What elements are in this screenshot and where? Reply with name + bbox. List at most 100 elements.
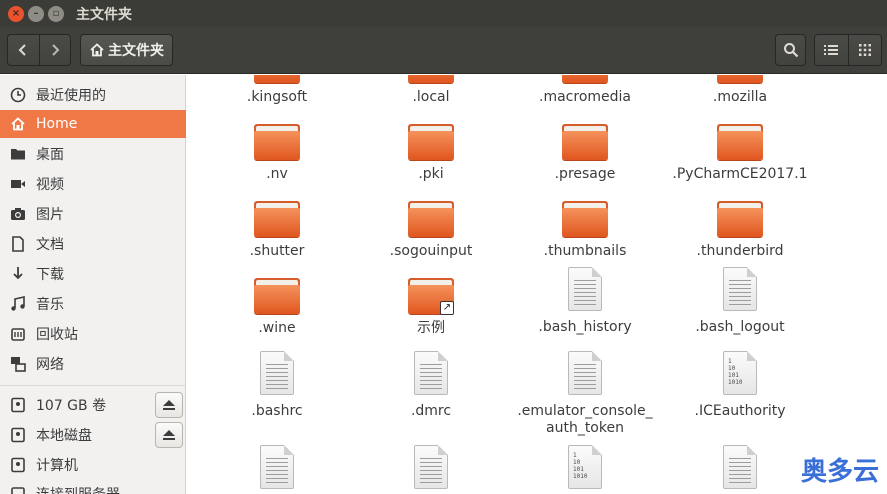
drive-icon bbox=[8, 427, 28, 443]
folder-link-icon: ↗ bbox=[407, 274, 455, 316]
sidebar-item-documents[interactable]: 文档 bbox=[0, 230, 186, 258]
folder-icon bbox=[253, 120, 301, 162]
eject-local-disk-button[interactable] bbox=[155, 422, 183, 448]
maximize-icon: ▫ bbox=[52, 8, 60, 19]
sidebar-device-label: 本地磁盘 bbox=[36, 428, 92, 444]
list-view-icon bbox=[824, 45, 839, 55]
binary-file-icon: 1 10 101 1010 bbox=[561, 445, 609, 493]
file-item[interactable]: .dmrc bbox=[356, 351, 506, 420]
text-file-icon bbox=[561, 267, 609, 315]
eject-icon bbox=[163, 400, 175, 410]
server-icon bbox=[8, 486, 28, 494]
eject-icon bbox=[163, 430, 175, 440]
folder-icon bbox=[407, 197, 455, 239]
file-name: .wine bbox=[258, 320, 296, 336]
file-item[interactable]: .bash_logout bbox=[665, 267, 815, 336]
folder-icon bbox=[561, 120, 609, 162]
eject-107gb-button[interactable] bbox=[155, 392, 183, 418]
sidebar-item-downloads[interactable]: 下载 bbox=[0, 260, 186, 288]
maximize-window-button[interactable]: ▫ bbox=[48, 5, 64, 22]
forward-button[interactable] bbox=[38, 35, 71, 65]
sidebar-item-label: 回收站 bbox=[36, 327, 78, 343]
file-name-line1: .emulator_console_ bbox=[517, 403, 653, 419]
home-icon bbox=[90, 43, 104, 57]
file-item[interactable]: .wine bbox=[202, 274, 352, 337]
file-item[interactable]: .thunderbird bbox=[665, 197, 815, 260]
sidebar-item-trash[interactable]: 回收站 bbox=[0, 320, 186, 348]
file-item[interactable]: .local bbox=[356, 75, 506, 106]
sidebar-item-network[interactable]: 网络 bbox=[0, 350, 186, 378]
file-item[interactable]: .nv bbox=[202, 120, 352, 183]
file-name: .mozilla bbox=[712, 89, 768, 105]
minimize-window-button[interactable]: – bbox=[28, 5, 44, 22]
sidebar-item-label: 下载 bbox=[36, 267, 64, 283]
back-button[interactable] bbox=[8, 35, 39, 65]
file-item[interactable]: .PyCharmCE2017.1 bbox=[665, 120, 815, 183]
sidebar-item-videos[interactable]: 视频 bbox=[0, 170, 186, 198]
file-item[interactable] bbox=[665, 445, 815, 493]
sidebar-item-label: 视频 bbox=[36, 177, 64, 193]
file-item[interactable]: ↗ 示例 bbox=[356, 274, 506, 337]
sidebar-item-label: 文档 bbox=[36, 237, 64, 253]
file-item[interactable]: .sogouinput bbox=[356, 197, 506, 260]
binary-file-icon: 1 10 101 1010 bbox=[716, 351, 764, 399]
text-file-icon bbox=[561, 351, 609, 399]
path-home-button[interactable]: 主文件夹 bbox=[80, 34, 173, 66]
file-item[interactable] bbox=[356, 445, 506, 493]
sidebar-item-music[interactable]: 音乐 bbox=[0, 290, 186, 318]
file-item[interactable]: 1 10 101 1010 bbox=[510, 445, 660, 493]
sidebar-item-desktop[interactable]: 桌面 bbox=[0, 140, 186, 168]
sidebar-item-label: Home bbox=[36, 116, 78, 132]
file-name-line2: auth_token bbox=[546, 420, 624, 436]
watermark-text: 奥多云 bbox=[800, 457, 879, 487]
file-item[interactable]: .macromedia bbox=[510, 75, 660, 106]
drive-icon bbox=[8, 457, 28, 473]
sidebar-device-computer[interactable]: 计算机 bbox=[0, 451, 186, 479]
file-item[interactable]: .shutter bbox=[202, 197, 352, 260]
file-name: .PyCharmCE2017.1 bbox=[672, 166, 808, 182]
close-window-button[interactable]: × bbox=[8, 5, 24, 22]
search-button[interactable] bbox=[775, 34, 806, 66]
folder-icon bbox=[716, 197, 764, 239]
sidebar: 最近使用的 Home 桌面 视频 图片 文档 下载 音乐 回收站 网络 107 … bbox=[0, 75, 186, 494]
file-item[interactable] bbox=[202, 445, 352, 493]
title-bar: × – ▫ 主文件夹 bbox=[0, 0, 887, 27]
close-icon: × bbox=[11, 8, 21, 19]
text-file-icon bbox=[716, 267, 764, 315]
list-view-button[interactable] bbox=[815, 35, 848, 65]
sidebar-item-label: 音乐 bbox=[36, 297, 64, 313]
sidebar-item-recent[interactable]: 最近使用的 bbox=[0, 81, 186, 109]
minimize-icon: – bbox=[33, 8, 39, 19]
file-name: .pki bbox=[418, 166, 444, 182]
file-name: .thunderbird bbox=[696, 243, 784, 259]
file-grid: .kingsoft .local .macromedia .mozilla .n… bbox=[187, 75, 887, 494]
folder-icon bbox=[561, 197, 609, 239]
sidebar-device-label: 计算机 bbox=[36, 458, 78, 474]
grid-view-button[interactable] bbox=[847, 35, 882, 65]
file-item[interactable]: .bash_history bbox=[510, 267, 660, 336]
file-item[interactable]: .mozilla bbox=[665, 75, 815, 106]
search-icon bbox=[783, 43, 798, 58]
folder-icon bbox=[253, 197, 301, 239]
clock-icon bbox=[8, 87, 28, 103]
text-file-icon bbox=[716, 445, 764, 493]
file-name: .local bbox=[412, 89, 450, 105]
sidebar-item-pictures[interactable]: 图片 bbox=[0, 200, 186, 228]
sidebar-connect-to-server[interactable]: 连接到服务器 bbox=[0, 480, 186, 494]
file-item[interactable]: .pki bbox=[356, 120, 506, 183]
file-item[interactable]: .bashrc bbox=[202, 351, 352, 420]
file-item[interactable]: .emulator_console_ auth_token bbox=[510, 351, 660, 437]
file-item[interactable]: 1 10 101 1010 .ICEauthority bbox=[665, 351, 815, 420]
sidebar-device-label: 107 GB 卷 bbox=[36, 398, 107, 414]
text-file-icon bbox=[253, 351, 301, 399]
navigation-group bbox=[7, 34, 71, 66]
sidebar-item-home[interactable]: Home bbox=[0, 110, 186, 138]
sidebar-device-label: 连接到服务器 bbox=[36, 484, 120, 494]
document-icon bbox=[8, 236, 28, 252]
file-item[interactable]: .kingsoft bbox=[202, 75, 352, 106]
text-file-icon bbox=[407, 351, 455, 399]
video-icon bbox=[8, 178, 28, 190]
grid-view-icon bbox=[858, 44, 871, 56]
file-item[interactable]: .presage bbox=[510, 120, 660, 183]
file-item[interactable]: .thumbnails bbox=[510, 197, 660, 260]
